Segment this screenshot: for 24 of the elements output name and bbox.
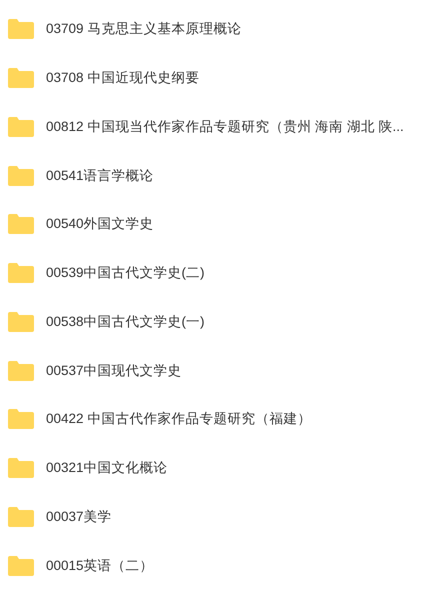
folder-icon [8,116,34,137]
folder-name[interactable]: 03708 中国近现代史纲要 [46,68,200,88]
folder-icon [8,312,34,332]
folder-name[interactable]: 00015英语（二） [46,556,154,576]
folder-icon [8,263,34,284]
folder-icon [8,556,34,576]
folder-name[interactable]: 03709 马克思主义基本原理概论 [46,19,242,40]
folder-icon [8,214,34,234]
folder-name[interactable]: 00540外国文学史 [46,214,154,234]
folder-icon [8,19,34,40]
folder-icon [8,166,34,186]
folder-name[interactable]: 00541语言学概论 [46,166,154,186]
folder-name[interactable]: 00037美学 [46,506,112,527]
folder-icon [8,458,34,478]
folder-name[interactable]: 00539中国古代文学史(二) [46,263,205,284]
folder-icon [8,506,34,527]
folder-name[interactable]: 00321中国文化概论 [46,458,168,478]
folder-name[interactable]: 00812 中国现当代作家作品专题研究（贵州 海南 湖北 陕... [46,116,404,137]
folder-icon [8,68,34,88]
folder-name[interactable]: 00422 中国古代作家作品专题研究（福建） [46,409,312,430]
folder-name[interactable]: 00538中国古代文学史(一) [46,312,205,332]
folder-icon [8,409,34,430]
folder-name[interactable]: 00537中国现代文学史 [46,360,182,381]
folder-icon [8,360,34,381]
